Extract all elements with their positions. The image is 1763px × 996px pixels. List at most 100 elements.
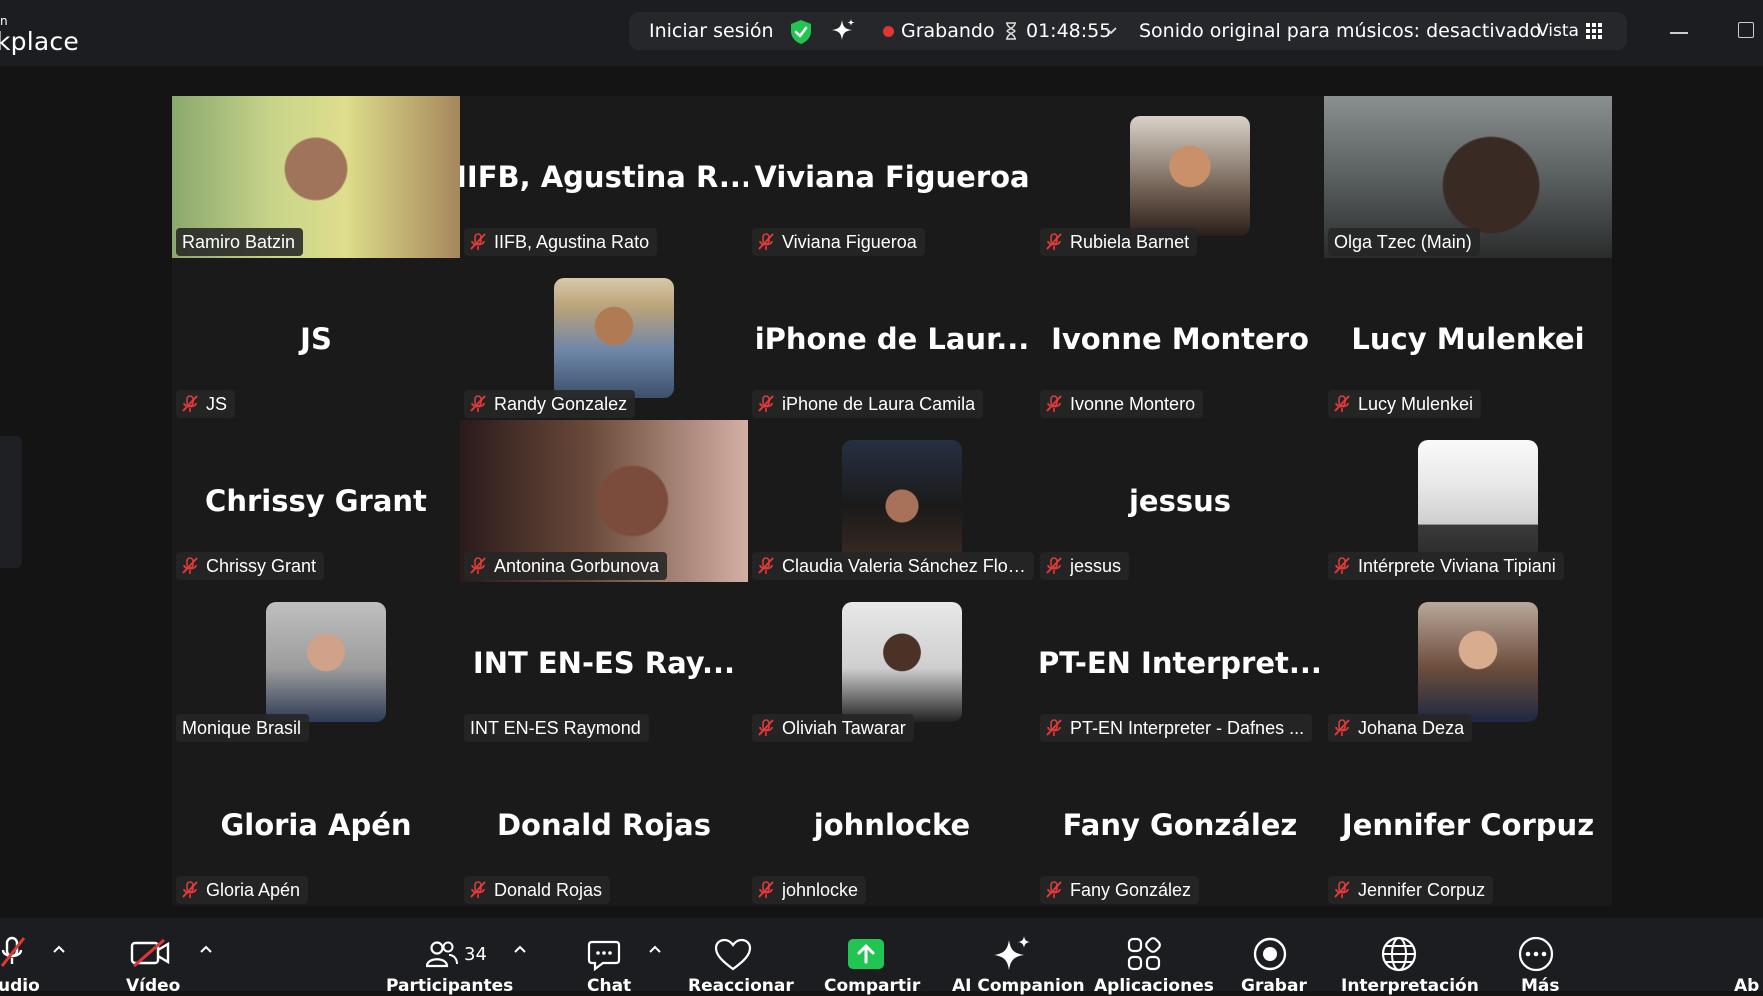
participant-name-label: Jennifer Corpuz [1328, 876, 1494, 904]
participant-tile[interactable]: Monique Brasil [172, 582, 460, 744]
participant-tile[interactable]: Gloria Apén Gloria Apén [172, 744, 460, 906]
participant-tile[interactable]: Ivonne Montero Ivonne Montero [1036, 258, 1324, 420]
meeting-timer: 01:48:55 [1026, 20, 1112, 42]
participant-tile[interactable]: Randy Gonzalez [460, 258, 748, 420]
participant-name-label: Monique Brasil [176, 714, 310, 742]
participant-name: JS [206, 394, 228, 414]
participant-name: Gloria Apén [206, 880, 301, 900]
mic-muted-icon [182, 557, 198, 574]
participant-name-label: Chrissy Grant [176, 552, 325, 580]
participant-name: iPhone de Laura Camila [782, 394, 976, 414]
participant-avatar [1130, 116, 1250, 236]
title-bar: n kplace Iniciar sesión Grabando 01:48:5… [0, 0, 1763, 66]
video-options-caret-icon[interactable] [199, 944, 213, 954]
view-button[interactable]: Vista [1537, 12, 1579, 50]
audio-button[interactable]: udio [0, 918, 60, 996]
participant-name: Olga Tzec (Main) [1334, 232, 1472, 252]
participant-tile[interactable]: Jennifer Corpuz Jennifer Corpuz [1324, 744, 1612, 906]
participant-tile[interactable]: iPhone de Laur... iPhone de Laura Camila [748, 258, 1036, 420]
participant-tile[interactable]: Oliviah Tawarar [748, 582, 1036, 744]
side-panel-handle[interactable] [0, 436, 22, 568]
participants-label: Participantes [386, 976, 514, 996]
edge-label[interactable]: Ab [1734, 976, 1759, 996]
signin-button[interactable]: Iniciar sesión [649, 12, 774, 50]
participant-name-label: Rubiela Barnet [1040, 228, 1198, 256]
mic-muted-icon [1046, 557, 1062, 574]
participant-tile[interactable]: johnlocke johnlocke [748, 744, 1036, 906]
audio-options-caret-icon[interactable] [52, 944, 66, 954]
record-button[interactable]: Grabar [1238, 918, 1308, 996]
mic-muted-icon [1334, 395, 1350, 412]
participant-tile[interactable]: PT-EN Interpret... PT-EN Interpreter - Da… [1036, 582, 1324, 744]
participants-count: 34 [464, 944, 487, 965]
sparkle-icon[interactable] [830, 18, 856, 44]
participant-name: johnlocke [782, 880, 859, 900]
participant-tile[interactable]: Rubiela Barnet [1036, 96, 1324, 258]
ai-companion-button[interactable]: AI Companion [950, 918, 1085, 996]
participant-tile[interactable]: Lucy Mulenkei Lucy Mulenkei [1324, 258, 1612, 420]
shield-check-icon[interactable] [789, 19, 813, 45]
participant-name: Ramiro Batzin [182, 232, 296, 252]
participant-tile[interactable]: Intérprete Viviana Tipiani [1324, 420, 1612, 582]
participant-avatar [266, 602, 386, 722]
participant-name-label: Ramiro Batzin [176, 228, 304, 256]
more-dots-icon [1518, 936, 1554, 972]
mic-muted-icon [470, 395, 486, 412]
mic-muted-icon [1046, 881, 1062, 898]
grid-view-icon[interactable] [1585, 22, 1603, 40]
participant-tile[interactable]: Johana Deza [1324, 582, 1612, 744]
mic-muted-icon [758, 395, 774, 412]
participant-tile[interactable]: INT EN-ES Ray... INT EN-ES Raymond [460, 582, 748, 744]
participant-tile[interactable]: Fany González Fany González [1036, 744, 1324, 906]
participant-name: jessus [1070, 556, 1122, 576]
participant-tile[interactable]: IIFB, Agustina R... IIFB, Agustina Rato [460, 96, 748, 258]
restore-window-button[interactable] [1738, 22, 1754, 38]
participant-name-label: JS [176, 390, 236, 418]
chat-options-caret-icon[interactable] [648, 944, 662, 954]
participant-name-label: IIFB, Agustina Rato [464, 228, 658, 256]
participant-name: Claudia Valeria Sánchez Flor... [782, 556, 1026, 576]
app-title: kplace [0, 27, 79, 56]
interpretation-button[interactable]: Interpretación [1340, 918, 1479, 996]
participant-name-label: PT-EN Interpreter - Dafnes ... [1040, 714, 1313, 742]
participant-name: INT EN-ES Raymond [470, 718, 641, 738]
share-screen-button[interactable]: Compartir [822, 918, 932, 996]
record-label: Grabar [1241, 976, 1307, 996]
globe-icon [1381, 936, 1417, 972]
participant-tile[interactable]: Chrissy Grant Chrissy Grant [172, 420, 460, 582]
participant-tile[interactable]: Antonina Gorbunova [460, 420, 748, 582]
participant-name-label: Antonina Gorbunova [464, 552, 668, 580]
video-off-icon [130, 938, 170, 968]
chat-button[interactable]: Chat [580, 918, 631, 996]
recording-status[interactable]: Grabando [901, 12, 995, 50]
participant-tile[interactable]: Donald Rojas Donald Rojas [460, 744, 748, 906]
recording-dot-icon [883, 26, 894, 37]
participants-button[interactable]: Participantes [384, 918, 514, 996]
participants-options-caret-icon[interactable] [513, 944, 527, 954]
original-sound-status[interactable]: Sonido original para músicos: desactivad… [1139, 12, 1541, 50]
participant-tile[interactable]: JS JS [172, 258, 460, 420]
participant-tile[interactable]: Ramiro Batzin [172, 96, 460, 258]
participant-name-label: INT EN-ES Raymond [464, 714, 649, 742]
video-button[interactable]: Vídeo [120, 918, 190, 996]
participant-avatar [1418, 602, 1538, 722]
participants-icon [426, 941, 458, 968]
mic-muted-icon [182, 881, 198, 898]
meeting-info-bar: Iniciar sesión Grabando 01:48:55 Sonido … [629, 12, 1627, 50]
chat-label: Chat [587, 976, 632, 996]
participant-tile[interactable]: Viviana Figueroa Viviana Figueroa [748, 96, 1036, 258]
participant-name-label: Fany González [1040, 876, 1200, 904]
apps-button[interactable]: Aplicaciones [1094, 918, 1214, 996]
mic-muted-icon [1334, 557, 1350, 574]
participant-tile[interactable]: Olga Tzec (Main) [1324, 96, 1612, 258]
more-button[interactable]: Más [1514, 918, 1564, 996]
minimize-window-button[interactable] [1670, 32, 1688, 34]
participant-name: IIFB, Agustina Rato [494, 232, 650, 252]
react-button[interactable]: Reaccionar [688, 918, 794, 996]
participant-tile[interactable]: Claudia Valeria Sánchez Flor... [748, 420, 1036, 582]
apps-icon [1127, 937, 1161, 971]
participant-name-label: Gloria Apén [176, 876, 309, 904]
interpretation-label: Interpretación [1341, 976, 1479, 996]
participant-tile[interactable]: jessus jessus [1036, 420, 1324, 582]
chevron-down-icon[interactable] [1104, 25, 1118, 37]
